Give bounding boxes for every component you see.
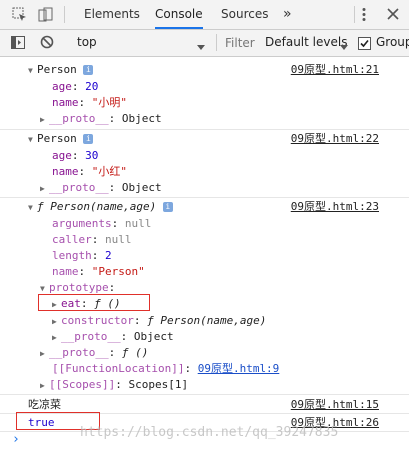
log-message: 吃凉菜 <box>28 398 61 411</box>
property-value: "Person" <box>91 265 145 278</box>
property-value: 2 <box>105 249 112 262</box>
collapsed-triangle-icon: ▶ <box>52 317 57 326</box>
devtools-tab-bar: Elements Console Sources » <box>0 0 409 30</box>
proto-row[interactable]: ▶ __proto__: Object <box>40 180 162 195</box>
property-key: __proto__ <box>49 181 109 194</box>
property-key: age <box>52 80 72 93</box>
device-toolbar-icon[interactable] <box>38 7 53 25</box>
object-title: Person <box>37 132 77 145</box>
property-key: name <box>52 265 79 278</box>
property-row: arguments: null <box>52 217 152 230</box>
expanded-triangle-icon: ▼ <box>28 66 33 75</box>
function-title: ƒ Person(name,age) <box>37 200 157 213</box>
inspect-element-icon[interactable] <box>12 7 27 25</box>
clear-console-icon[interactable] <box>40 35 54 52</box>
console-prompt-chevron-icon: › <box>12 432 20 447</box>
collapsed-triangle-icon: ▶ <box>40 184 45 193</box>
property-key: prototype <box>49 281 109 294</box>
sidebar-toggle-icon[interactable] <box>11 36 25 52</box>
log-levels-dropdown[interactable]: Default levels <box>265 35 347 49</box>
property-row: name: "小明" <box>52 96 127 109</box>
collapsed-triangle-icon: ▶ <box>40 381 45 390</box>
source-link[interactable]: 09原型.html:22 <box>291 131 379 146</box>
context-selector-label[interactable]: top <box>77 35 97 49</box>
property-key: caller <box>52 233 92 246</box>
proto-row[interactable]: ▶ __proto__: ƒ () <box>40 345 148 360</box>
property-row: caller: null <box>52 233 132 246</box>
function-location-row: [[FunctionLocation]]: 09原型.html:9 <box>52 362 280 375</box>
object-log-person-1[interactable]: ▼ Person i <box>28 62 94 77</box>
scopes-row[interactable]: ▶ [[Scopes]]: Scopes[1] <box>40 377 188 392</box>
property-row: length: 2 <box>52 249 112 262</box>
property-row: name: "小红" <box>52 165 127 178</box>
property-value: null <box>124 217 152 230</box>
source-link[interactable]: 09原型.html:23 <box>291 199 379 214</box>
highlight-box <box>38 294 150 311</box>
more-options-icon[interactable] <box>361 7 367 25</box>
property-key: __proto__ <box>49 112 109 125</box>
tab-separator <box>64 6 65 23</box>
collapsed-triangle-icon: ▶ <box>40 349 45 358</box>
console-toolbar: top Filter Default levels Group <box>0 30 409 57</box>
collapsed-triangle-icon: ▶ <box>40 115 45 124</box>
property-value: 30 <box>85 149 99 162</box>
tab-console[interactable]: Console <box>155 0 203 29</box>
row-separator <box>0 197 409 198</box>
property-key: constructor <box>61 314 134 327</box>
tab-separator <box>354 6 355 23</box>
prototype-row[interactable]: ▼ prototype: <box>40 280 115 295</box>
property-key: __proto__ <box>49 346 109 359</box>
constructor-row[interactable]: ▶ constructor: ƒ Person(name,age) <box>52 313 266 328</box>
proto-row[interactable]: ▶ __proto__: Object <box>52 329 174 344</box>
property-value: Object <box>121 181 162 194</box>
property-row: name: "Person" <box>52 265 145 278</box>
tab-sources[interactable]: Sources <box>221 0 268 29</box>
expanded-triangle-icon: ▼ <box>28 203 33 212</box>
group-similar-checkbox[interactable] <box>358 37 371 50</box>
collapsed-triangle-icon: ▶ <box>52 333 57 342</box>
property-key: name <box>52 96 79 109</box>
row-separator <box>0 394 409 395</box>
watermark-text: https://blog.csdn.net/qq_39247835 <box>80 425 339 440</box>
context-dropdown-icon[interactable] <box>197 40 205 53</box>
filter-input[interactable]: Filter <box>225 36 255 50</box>
property-key: __proto__ <box>61 330 121 343</box>
info-icon: i <box>83 65 94 75</box>
property-row: age: 30 <box>52 149 99 162</box>
function-location-link[interactable]: 09原型.html:9 <box>198 362 280 375</box>
toolbar-separator <box>216 34 217 51</box>
property-value: Object <box>121 112 162 125</box>
source-link[interactable]: 09原型.html:15 <box>291 397 379 412</box>
row-separator <box>0 129 409 130</box>
close-icon[interactable] <box>387 8 399 23</box>
property-value: "小明" <box>91 96 127 109</box>
property-key: [[Scopes]] <box>49 378 116 391</box>
more-tabs-button[interactable]: » <box>283 0 292 29</box>
object-log-person-2[interactable]: ▼ Person i <box>28 131 94 146</box>
expanded-triangle-icon: ▼ <box>28 135 33 144</box>
property-key: name <box>52 165 79 178</box>
property-value: 20 <box>85 80 99 93</box>
tab-elements[interactable]: Elements <box>84 0 140 29</box>
info-icon: i <box>83 134 94 144</box>
property-value: ƒ () <box>121 346 149 359</box>
property-key: [[FunctionLocation]] <box>52 362 185 375</box>
property-value: Object <box>133 330 174 343</box>
property-value: null <box>105 233 132 246</box>
object-title: Person <box>37 63 77 76</box>
property-value: ƒ Person(name,age) <box>147 314 267 327</box>
group-similar-label: Group <box>376 35 409 49</box>
property-key: length <box>52 249 92 262</box>
source-link[interactable]: 09原型.html:21 <box>291 62 379 77</box>
levels-dropdown-icon[interactable] <box>340 40 348 53</box>
property-value: "小红" <box>91 165 127 178</box>
property-row: age: 20 <box>52 80 99 93</box>
info-icon: i <box>162 202 173 212</box>
property-key: age <box>52 149 72 162</box>
property-value: Scopes[1] <box>128 378 189 391</box>
proto-row[interactable]: ▶ __proto__: Object <box>40 111 162 126</box>
function-log-person[interactable]: ▼ ƒ Person(name,age) i <box>28 199 173 214</box>
property-key: arguments <box>52 217 112 230</box>
